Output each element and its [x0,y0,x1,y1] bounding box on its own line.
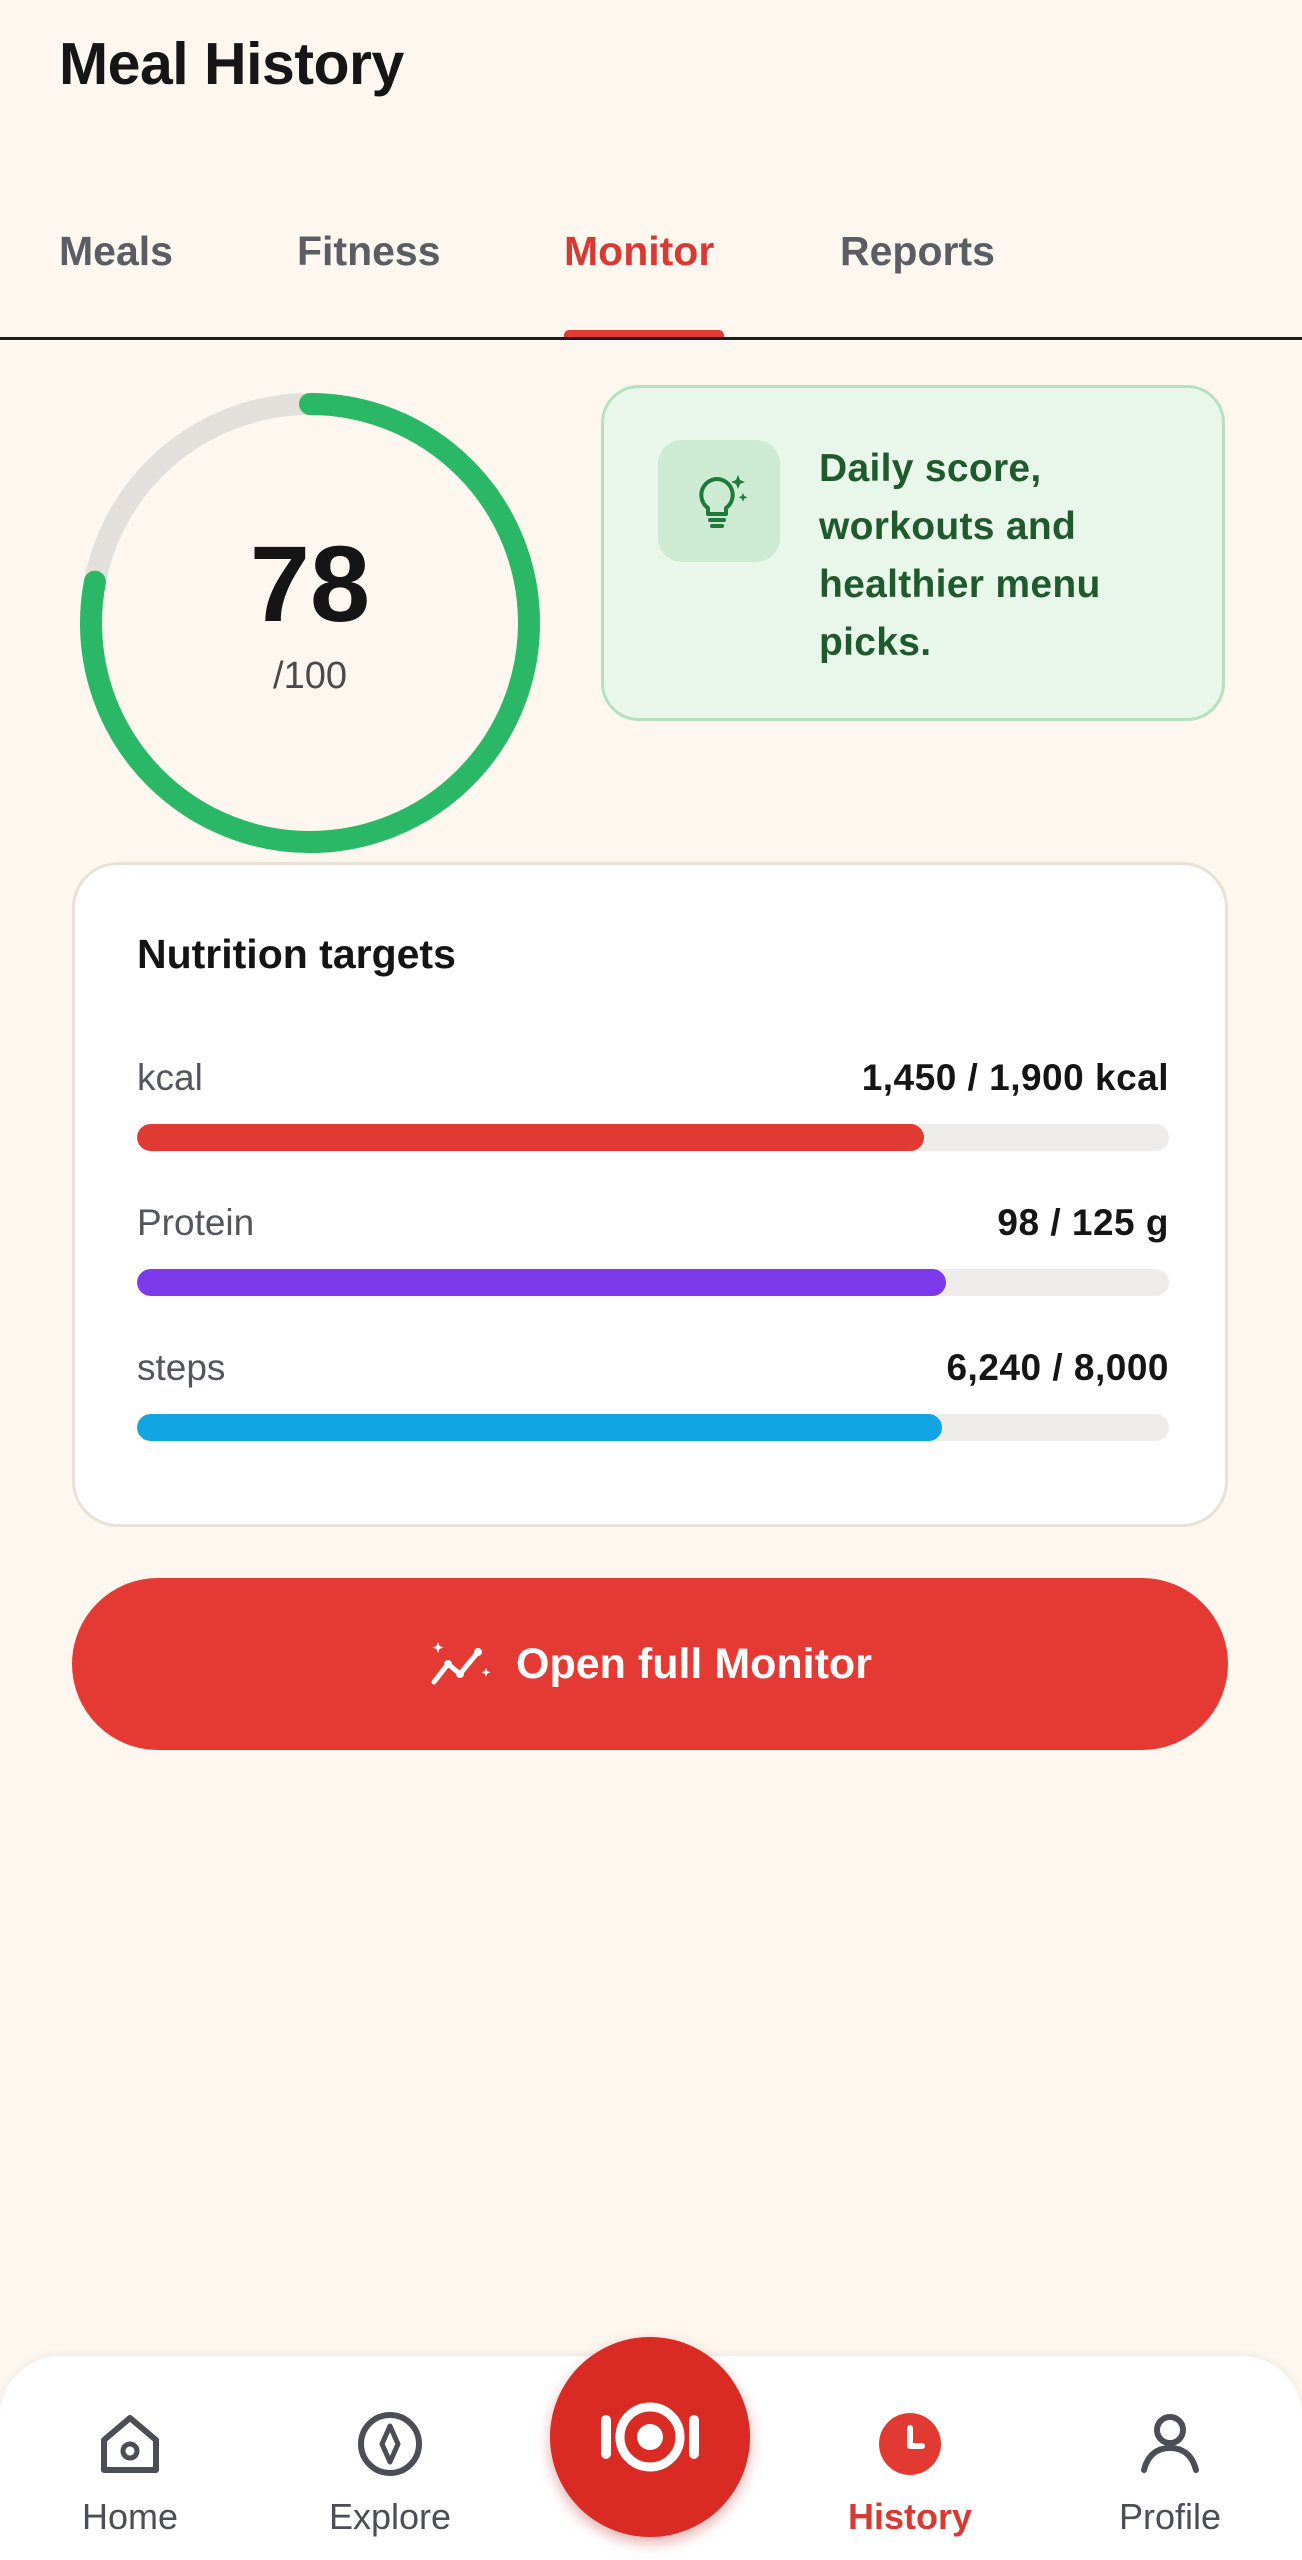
tab-reports[interactable]: Reports [840,228,995,275]
nav-home[interactable]: Home [30,2356,230,2560]
nutrition-value: 6,240 / 8,000 [946,1347,1169,1388]
nutrition-row-protein: Protein 98 / 125 g [137,1202,1169,1312]
progress-fill [137,1124,925,1151]
progress-fill [137,1414,942,1441]
open-full-monitor-button[interactable]: Open full Monitor [72,1578,1228,1750]
progress-track [137,1269,1169,1296]
lightbulb-sparkle-icon [658,440,780,562]
person-icon [1141,2414,1199,2473]
tabs-divider [0,337,1302,340]
scan-meal-button[interactable] [550,2337,750,2537]
compass-icon [358,2412,422,2476]
tab-fitness[interactable]: Fitness [297,228,441,275]
tab-bar: Meals Fitness Monitor Reports [0,210,1302,340]
nutrition-value: 98 / 125 g [997,1202,1169,1243]
nav-explore[interactable]: Explore [290,2356,490,2560]
tab-meals[interactable]: Meals [59,228,173,275]
camera-plate-icon [601,2402,699,2472]
nutrition-targets-card: Nutrition targets kcal 1,450 / 1,900 kca… [72,862,1228,1527]
nutrition-label: steps [137,1347,226,1388]
progress-track [137,1414,1169,1441]
nav-label-history: History [847,2496,973,2537]
nutrition-row-kcal: kcal 1,450 / 1,900 kcal [137,1057,1169,1167]
clock-icon [879,2413,941,2475]
nutrition-title: Nutrition targets [137,931,456,977]
page-title: Meal History [59,31,404,97]
home-icon [101,2415,159,2473]
score-max-label: /100 [273,655,347,697]
nav-label-profile: Profile [1118,2496,1222,2537]
open-full-monitor-label: Open full Monitor [516,1639,872,1688]
progress-fill [137,1269,947,1296]
nav-label-explore: Explore [328,2496,452,2537]
nutrition-label: kcal [137,1057,203,1098]
chart-sparkle-icon [431,1642,491,1685]
nav-profile[interactable]: Profile [1070,2356,1270,2560]
nutrition-value: 1,450 / 1,900 kcal [861,1057,1169,1098]
progress-track [137,1124,1169,1151]
tab-monitor[interactable]: Monitor [564,228,714,275]
tip-text: Daily score, workouts and healthier menu… [819,447,1101,664]
score-value: 78 [249,523,371,644]
nutrition-row-steps: steps 6,240 / 8,000 [137,1347,1169,1457]
nutrition-label: Protein [137,1202,255,1243]
nav-label-home: Home [81,2496,179,2537]
nav-history[interactable]: History [810,2356,1010,2560]
tip-card: Daily score, workouts and healthier menu… [601,385,1225,721]
